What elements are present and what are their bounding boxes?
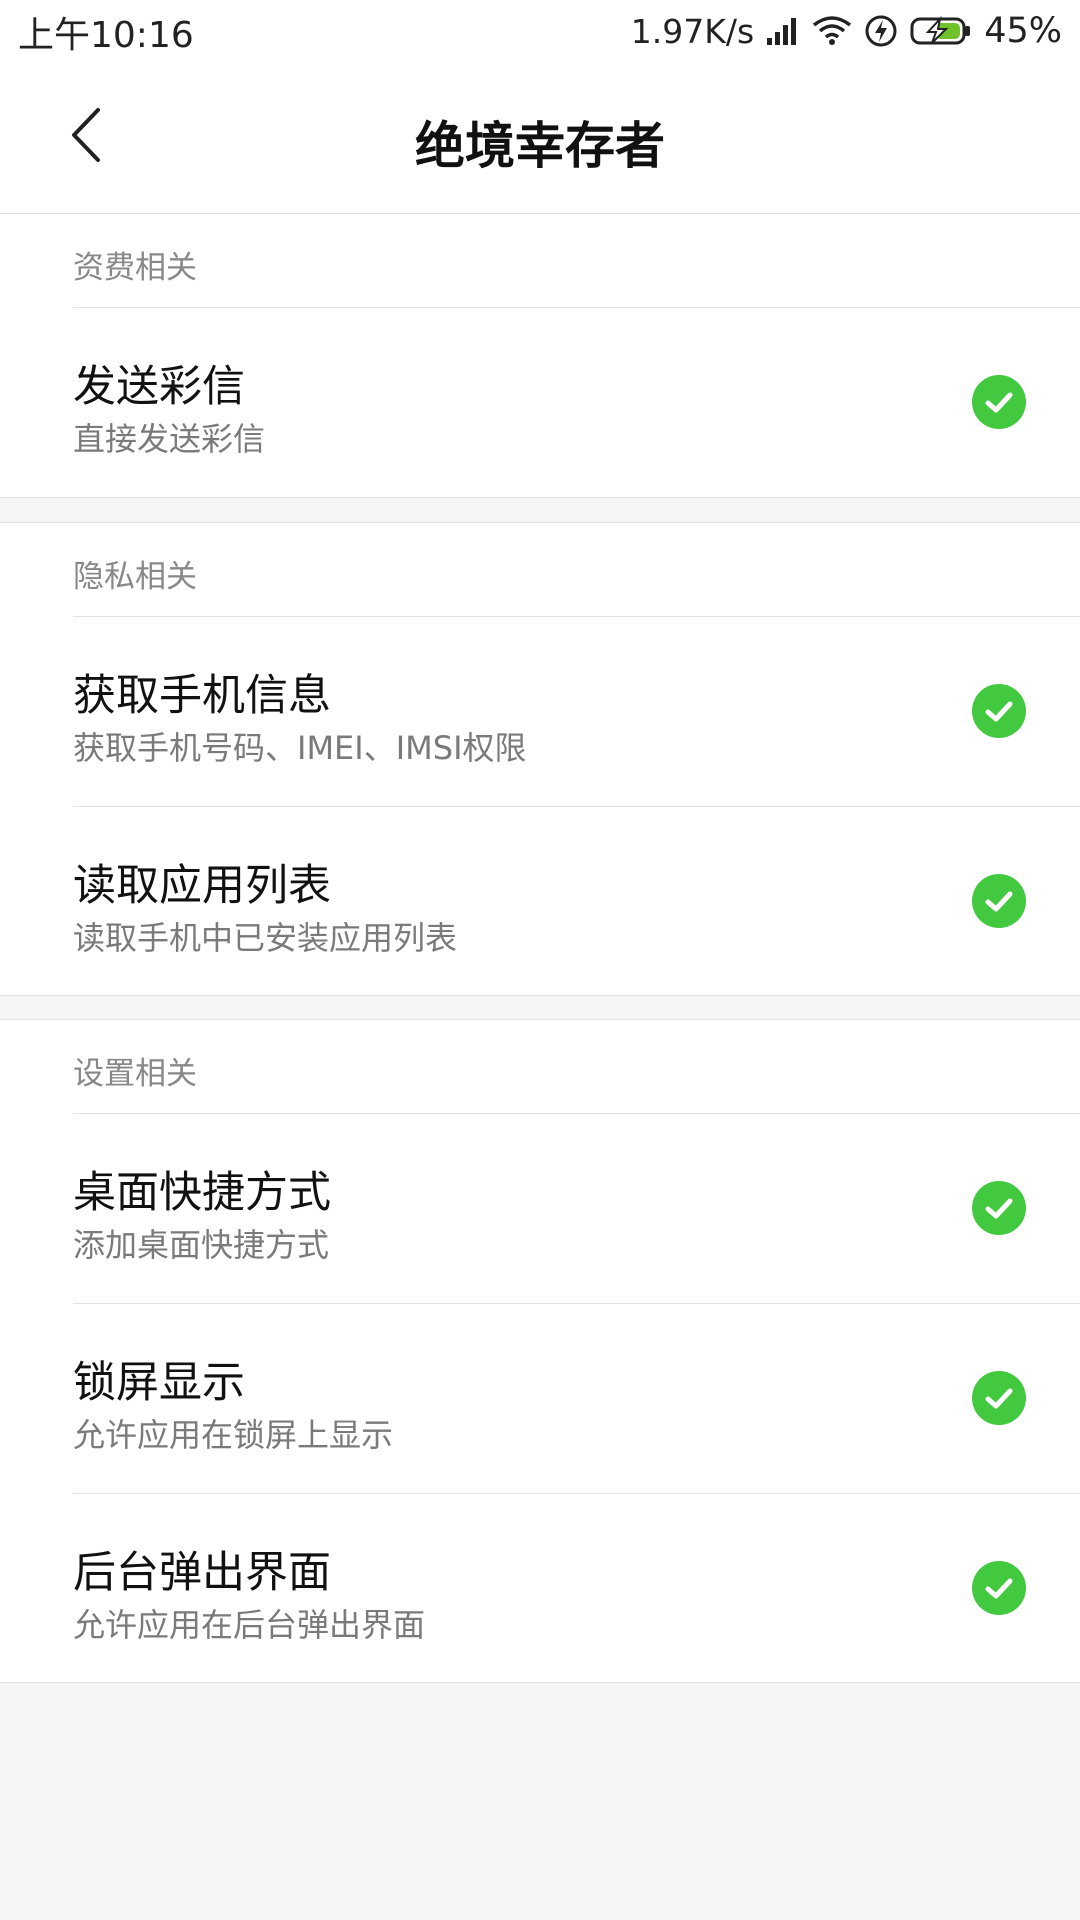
permission-title: 发送彩信 <box>73 362 245 412</box>
section-billing: 资费相关 发送彩信 直接发送彩信 <box>0 214 1080 498</box>
check-icon[interactable] <box>972 375 1026 429</box>
section-header-label: 设置相关 <box>73 1056 197 1092</box>
permission-title: 后台弹出界面 <box>73 1548 331 1598</box>
section-settings: 设置相关 桌面快捷方式 添加桌面快捷方式 锁屏显示 允许应用在锁屏上显示 后台弹… <box>0 1019 1080 1683</box>
permission-row-shortcut[interactable]: 桌面快捷方式 添加桌面快捷方式 <box>73 1114 1080 1304</box>
permission-subtitle: 读取手机中已安装应用列表 <box>73 919 458 957</box>
signal-icon <box>766 16 800 46</box>
battery-charging-icon <box>910 16 972 46</box>
network-speed: 1.97K/s <box>630 11 755 51</box>
check-icon[interactable] <box>972 1181 1026 1235</box>
section-header: 设置相关 <box>73 1020 1080 1114</box>
section-header-label: 资费相关 <box>73 250 197 286</box>
permission-title: 桌面快捷方式 <box>73 1168 331 1218</box>
check-icon[interactable] <box>972 874 1026 928</box>
permission-row-phone-info[interactable]: 获取手机信息 获取手机号码、IMEI、IMSI权限 <box>73 617 1080 807</box>
permission-subtitle: 允许应用在后台弹出界面 <box>73 1606 426 1644</box>
permission-subtitle: 允许应用在锁屏上显示 <box>73 1416 394 1454</box>
permission-subtitle: 获取手机号码、IMEI、IMSI权限 <box>73 729 527 767</box>
page-title: 绝境幸存者 <box>415 117 665 175</box>
permission-row-lockscreen[interactable]: 锁屏显示 允许应用在锁屏上显示 <box>73 1304 1080 1494</box>
check-icon[interactable] <box>972 1561 1026 1615</box>
wifi-icon <box>812 15 852 47</box>
check-icon[interactable] <box>972 1371 1026 1425</box>
section-privacy: 隐私相关 获取手机信息 获取手机号码、IMEI、IMSI权限 读取应用列表 读取… <box>0 522 1080 996</box>
permission-row-app-list[interactable]: 读取应用列表 读取手机中已安装应用列表 <box>73 807 1080 996</box>
permission-row-send-mms[interactable]: 发送彩信 直接发送彩信 <box>73 308 1080 497</box>
permission-title: 锁屏显示 <box>73 1358 245 1408</box>
section-header: 隐私相关 <box>73 523 1080 617</box>
status-time: 上午10:16 <box>18 15 194 56</box>
status-icons: 1.97K/s 45% <box>631 8 1062 54</box>
check-icon[interactable] <box>972 684 1026 738</box>
status-bar: 上午10:16 1.97K/s 45% <box>0 0 1080 62</box>
flash-icon <box>864 14 898 48</box>
permission-subtitle: 添加桌面快捷方式 <box>73 1226 330 1264</box>
battery-percent: 45% <box>984 11 1062 51</box>
permission-subtitle: 直接发送彩信 <box>73 420 266 458</box>
permission-title: 读取应用列表 <box>73 861 331 911</box>
permission-row-background-popup[interactable]: 后台弹出界面 允许应用在后台弹出界面 <box>73 1494 1080 1683</box>
section-header-label: 隐私相关 <box>73 559 197 595</box>
title-bar: 绝境幸存者 <box>0 62 1080 214</box>
section-header: 资费相关 <box>73 214 1080 308</box>
permission-title: 获取手机信息 <box>73 671 331 721</box>
